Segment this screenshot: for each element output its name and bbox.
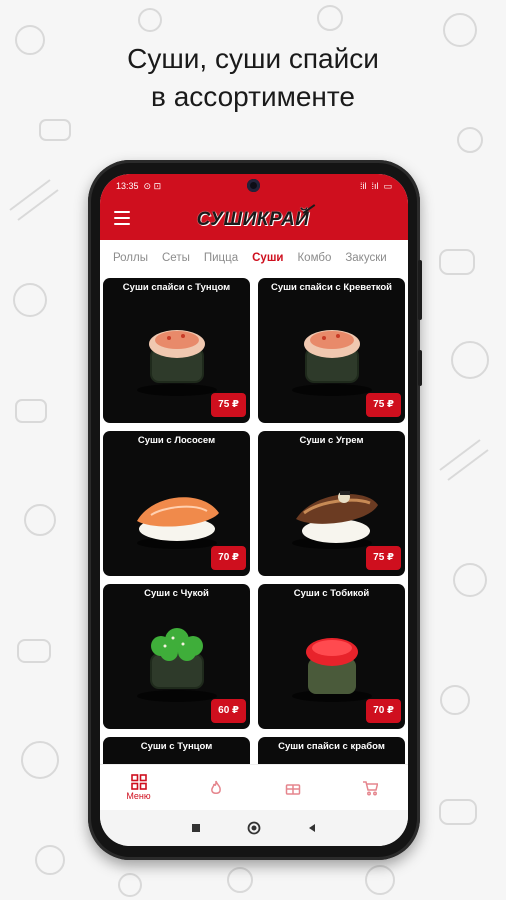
app-screen: 13:35 ⊙ ⊡ ⁞il ⁞ıl ▭ СУШИКРАЙ Роллы Сеты Пи… — [100, 174, 408, 846]
status-notification-icons: ⊙ ⊡ — [143, 180, 162, 191]
nav-promo[interactable] — [186, 780, 246, 796]
product-price-button[interactable]: 60 ₽ — [211, 699, 246, 723]
headline-line-1: Суши, суши спайси — [127, 43, 379, 74]
tab-3[interactable]: Суши — [245, 240, 290, 276]
product-card[interactable]: Суши спайси с крабом — [258, 737, 405, 764]
nav-menu-label: Меню — [126, 791, 151, 801]
brand-logo: СУШИКРАЙ — [188, 208, 318, 232]
promo-headline: Суши, суши спайси в ассортименте — [0, 40, 506, 116]
nav-gifts[interactable] — [263, 780, 323, 796]
product-title: Суши спайси с Тунцом — [122, 282, 231, 293]
product-price-button[interactable]: 75 ₽ — [366, 393, 401, 417]
cart-icon — [362, 780, 378, 795]
product-title: Суши с Чукой — [144, 588, 209, 599]
gift-icon — [285, 783, 300, 795]
circle-icon[interactable] — [247, 821, 261, 835]
front-camera — [247, 179, 260, 192]
bottom-navigation: Меню — [100, 764, 408, 810]
product-price-button[interactable]: 70 ₽ — [366, 699, 401, 723]
tab-1[interactable]: Сеты — [155, 240, 197, 276]
product-card[interactable]: Суши спайси с Тунцом 75 ₽ — [103, 278, 250, 423]
phone-frame: 13:35 ⊙ ⊡ ⁞il ⁞ıl ▭ СУШИКРАЙ Роллы Сеты Пи… — [88, 160, 422, 860]
product-title: Суши с Тунцом — [140, 741, 213, 752]
phone-volume-button — [418, 260, 422, 320]
network-icon: ⁞ıl — [371, 181, 379, 191]
phone-power-button — [418, 350, 422, 386]
product-price-button[interactable]: 70 ₽ — [211, 546, 246, 570]
product-grid: Суши спайси с Тунцом 75 ₽ Суши спайси с Кр… — [103, 278, 405, 764]
product-card[interactable]: Суши с Тобикой 70 ₽ — [258, 584, 405, 729]
fire-icon — [210, 780, 221, 794]
app-header: СУШИКРАЙ — [100, 198, 408, 240]
tab-0[interactable]: Роллы — [106, 240, 155, 276]
product-title: Суши с Лососем — [137, 435, 216, 446]
tab-5[interactable]: Закуски — [338, 240, 393, 276]
product-price-button[interactable]: 75 ₽ — [366, 546, 401, 570]
product-card[interactable]: Суши с Угрем 75 ₽ — [258, 431, 405, 576]
category-tabs: Роллы Сеты Пицца Суши Комбо Закуски — [100, 240, 408, 276]
headline-line-2: в ассортименте — [151, 81, 355, 112]
nav-menu[interactable]: Меню — [109, 774, 169, 801]
system-navigation-bar — [100, 810, 408, 846]
product-title: Суши спайси с крабом — [278, 741, 385, 752]
signal-icon: ⁞il — [359, 181, 367, 191]
tab-2[interactable]: Пицца — [197, 240, 245, 276]
grid-icon — [130, 774, 147, 790]
nav-cart[interactable] — [340, 780, 400, 796]
product-title: Суши с Угрем — [299, 435, 364, 446]
product-card[interactable]: Суши с Лососем 70 ₽ — [103, 431, 250, 576]
battery-icon: ▭ — [383, 180, 392, 191]
tab-4[interactable]: Комбо — [290, 240, 338, 276]
product-price-button[interactable]: 75 ₽ — [211, 393, 246, 417]
product-card[interactable]: Суши с Чукой 60 ₽ — [103, 584, 250, 729]
product-title: Суши спайси с Креветкой — [270, 282, 393, 293]
product-card[interactable]: Суши с Тунцом — [103, 737, 250, 764]
product-card[interactable]: Суши спайси с Креветкой 75 ₽ — [258, 278, 405, 423]
back-triangle-icon[interactable] — [307, 823, 317, 833]
hamburger-menu-icon[interactable] — [114, 211, 130, 225]
product-title: Суши с Тобикой — [293, 588, 370, 599]
status-time: 13:35 — [116, 181, 139, 191]
square-icon[interactable] — [191, 823, 201, 833]
